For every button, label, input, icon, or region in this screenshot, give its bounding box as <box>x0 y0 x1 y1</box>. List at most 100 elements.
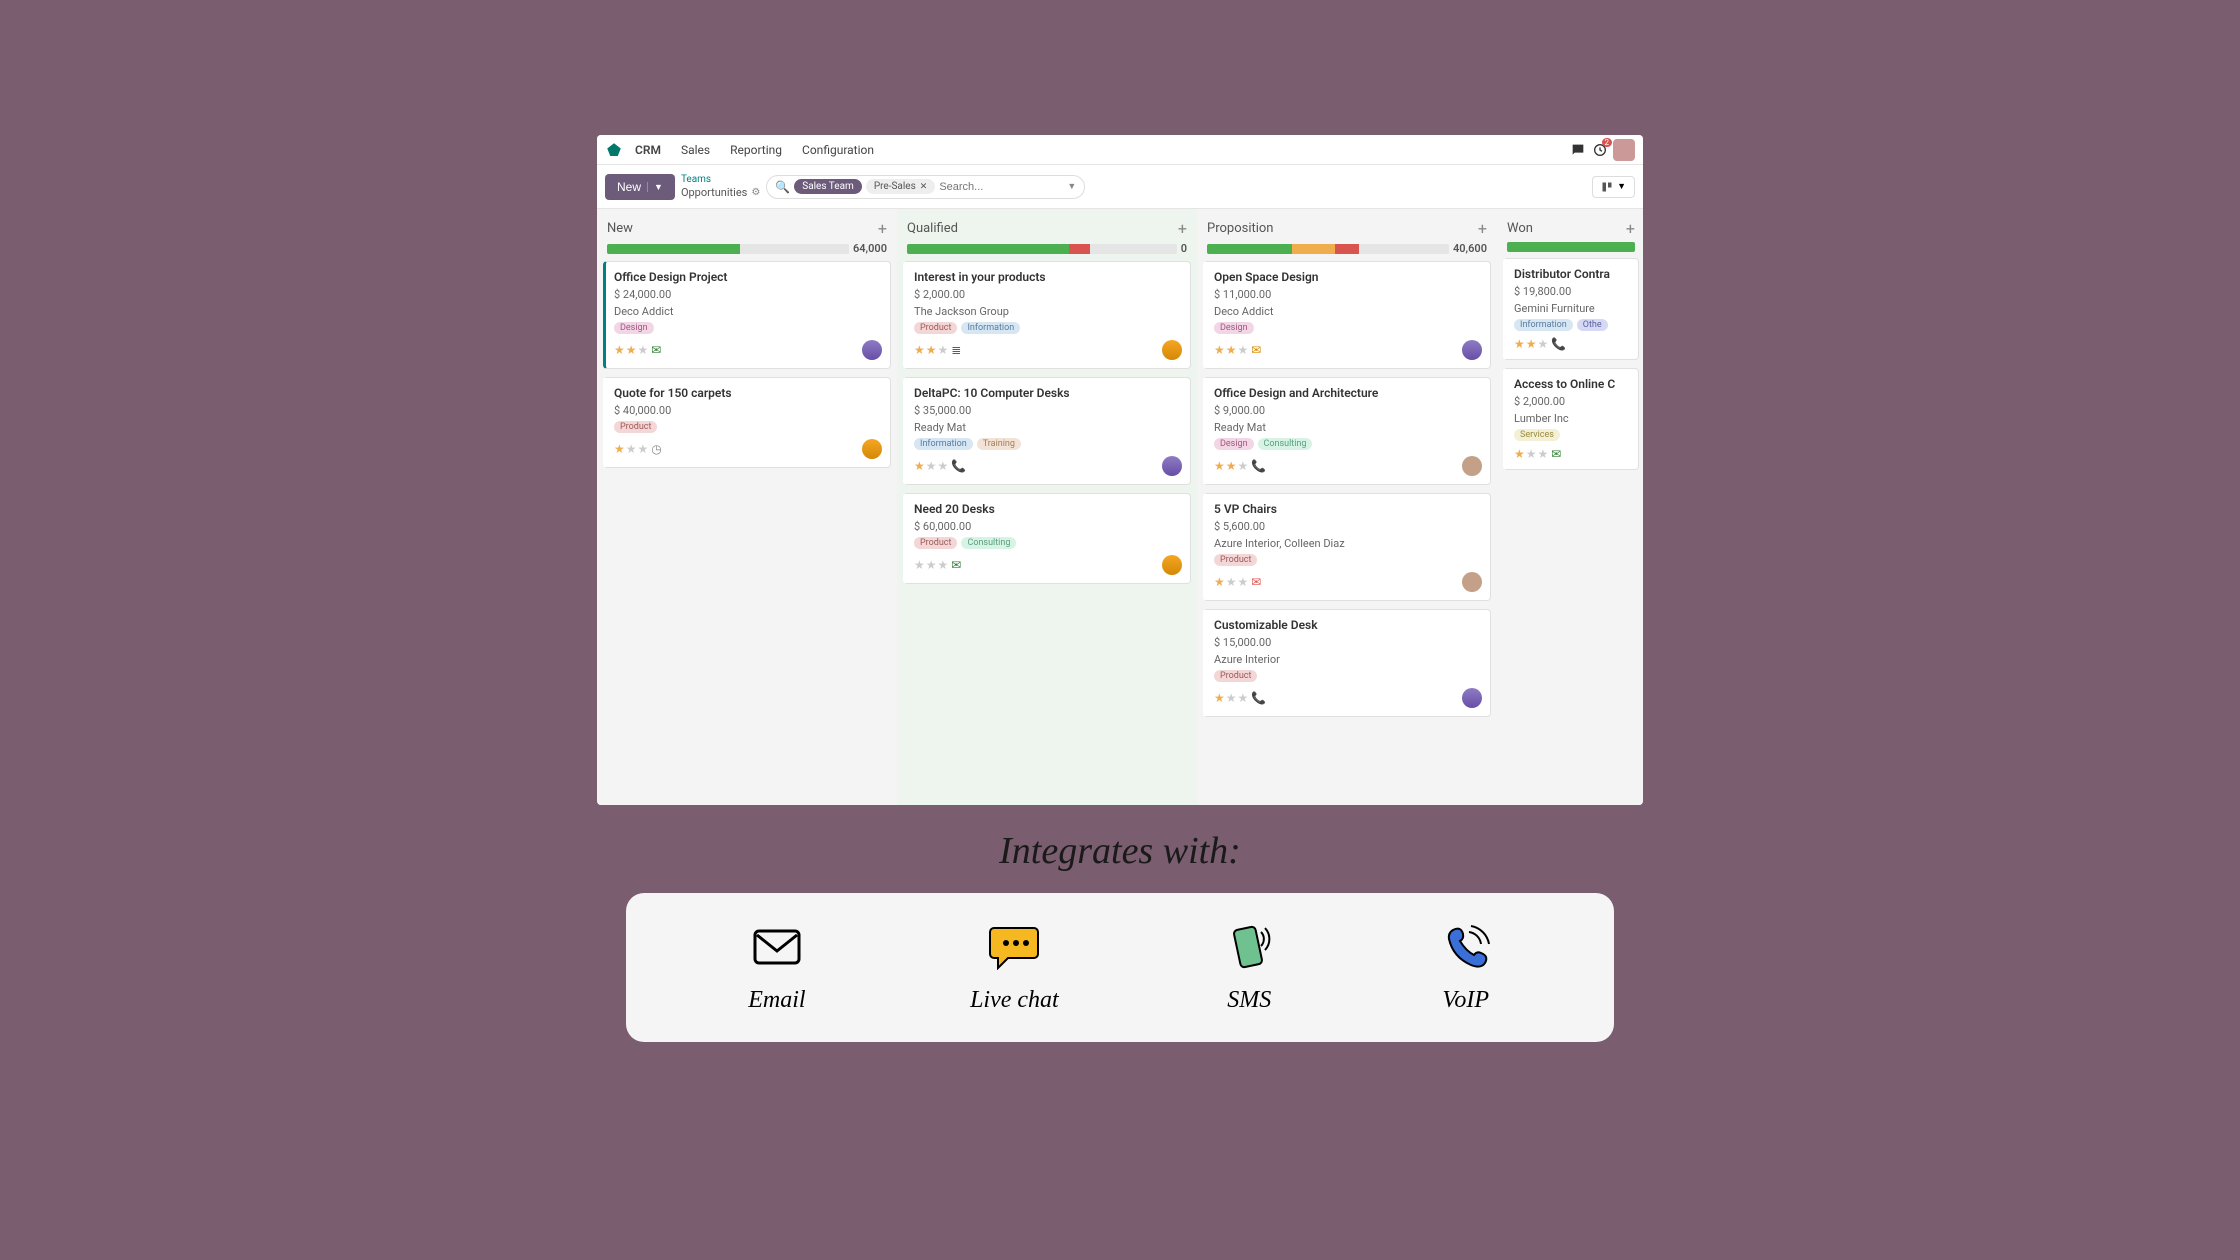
nav-sales[interactable]: Sales <box>673 143 718 157</box>
star-icon[interactable]: ★ <box>614 343 625 357</box>
star-icon[interactable]: ★ <box>1526 447 1537 461</box>
star-icon[interactable]: ★ <box>1526 337 1537 351</box>
assignee-avatar[interactable] <box>1462 688 1482 708</box>
star-icon[interactable]: ★ <box>1538 447 1549 461</box>
star-icon[interactable]: ★ <box>926 459 937 473</box>
view-switcher[interactable]: ▼ <box>1592 176 1635 198</box>
mail-icon[interactable]: ✉ <box>651 343 661 357</box>
star-icon[interactable]: ★ <box>1238 343 1249 357</box>
mail-icon[interactable]: ✉ <box>951 558 961 572</box>
tag[interactable]: Product <box>614 421 657 433</box>
star-icon[interactable]: ★ <box>1238 691 1249 705</box>
tag[interactable]: Product <box>1214 670 1257 682</box>
activity-icon[interactable]: 2 <box>1591 141 1609 159</box>
tag[interactable]: Product <box>1214 554 1257 566</box>
star-icon[interactable]: ★ <box>1226 343 1237 357</box>
opportunity-card[interactable]: Distributor Contra $ 19,800.00 Gemini Fu… <box>1503 258 1639 360</box>
star-icon[interactable]: ★ <box>1514 337 1525 351</box>
star-icon[interactable]: ★ <box>1214 343 1225 357</box>
opportunity-card[interactable]: Customizable Desk $ 15,000.00 Azure Inte… <box>1203 609 1491 717</box>
star-icon[interactable]: ★ <box>926 343 937 357</box>
star-icon[interactable]: ★ <box>1226 691 1237 705</box>
opportunity-card[interactable]: Access to Online C $ 2,000.00 Lumber Inc… <box>1503 368 1639 470</box>
phone-icon[interactable]: 📞 <box>951 459 966 473</box>
mail-icon[interactable]: ✉ <box>1551 447 1561 461</box>
star-icon[interactable]: ★ <box>1514 447 1525 461</box>
opportunity-card[interactable]: Open Space Design $ 11,000.00 Deco Addic… <box>1203 261 1491 369</box>
tag[interactable]: Product <box>914 322 957 334</box>
star-icon[interactable]: ★ <box>1214 691 1225 705</box>
star-icon[interactable]: ★ <box>626 442 637 456</box>
add-card-icon[interactable]: + <box>1478 219 1487 238</box>
nav-crm[interactable]: CRM <box>627 143 669 157</box>
tag[interactable]: Training <box>977 438 1021 450</box>
clock-icon[interactable]: ◷ <box>651 442 661 456</box>
assignee-avatar[interactable] <box>862 439 882 459</box>
assignee-avatar[interactable] <box>1462 340 1482 360</box>
star-icon[interactable]: ★ <box>638 442 649 456</box>
assignee-avatar[interactable] <box>1162 456 1182 476</box>
opportunity-card[interactable]: 5 VP Chairs $ 5,600.00 Azure Interior, C… <box>1203 493 1491 601</box>
tag[interactable]: Information <box>1514 319 1573 331</box>
tag[interactable]: Consulting <box>961 537 1016 549</box>
tag[interactable]: Information <box>914 438 973 450</box>
phone-icon[interactable]: 📞 <box>1251 459 1266 473</box>
phone-icon[interactable]: 📞 <box>1551 337 1566 351</box>
search-box[interactable]: 🔍 Sales Team Pre-Sales✕ ▼ <box>766 175 1085 199</box>
tag[interactable]: Design <box>614 322 654 334</box>
star-icon[interactable]: ★ <box>1238 459 1249 473</box>
filter-chip-presales[interactable]: Pre-Sales✕ <box>866 179 936 194</box>
new-button-caret-icon[interactable]: ▼ <box>647 182 663 192</box>
new-button[interactable]: New ▼ <box>605 174 675 200</box>
opportunity-card[interactable]: DeltaPC: 10 Computer Desks $ 35,000.00 R… <box>903 377 1191 485</box>
star-icon[interactable]: ★ <box>1226 459 1237 473</box>
assignee-avatar[interactable] <box>1162 340 1182 360</box>
star-icon[interactable]: ★ <box>914 343 925 357</box>
opportunity-card[interactable]: Interest in your products $ 2,000.00 The… <box>903 261 1191 369</box>
opportunity-card[interactable]: Quote for 150 carpets $ 40,000.00 Produc… <box>603 377 891 468</box>
add-card-icon[interactable]: + <box>1178 219 1187 238</box>
star-icon[interactable]: ★ <box>938 343 949 357</box>
star-icon[interactable]: ★ <box>638 343 649 357</box>
tag[interactable]: Design <box>1214 322 1254 334</box>
star-icon[interactable]: ★ <box>914 558 925 572</box>
filter-chip-sales-team[interactable]: Sales Team <box>794 179 862 194</box>
star-icon[interactable]: ★ <box>938 459 949 473</box>
nav-reporting[interactable]: Reporting <box>722 143 790 157</box>
star-icon[interactable]: ★ <box>914 459 925 473</box>
mail-icon[interactable]: ✉ <box>1251 575 1261 589</box>
star-icon[interactable]: ★ <box>1214 575 1225 589</box>
opportunity-card[interactable]: Need 20 Desks $ 60,000.00 ProductConsult… <box>903 493 1191 584</box>
assignee-avatar[interactable] <box>1462 572 1482 592</box>
tag[interactable]: Design <box>1214 438 1254 450</box>
chip-remove-icon[interactable]: ✕ <box>920 182 928 192</box>
assignee-avatar[interactable] <box>862 340 882 360</box>
add-card-icon[interactable]: + <box>878 219 887 238</box>
star-icon[interactable]: ★ <box>1238 575 1249 589</box>
nav-configuration[interactable]: Configuration <box>794 143 882 157</box>
opportunity-card[interactable]: Office Design and Architecture $ 9,000.0… <box>1203 377 1491 485</box>
star-icon[interactable]: ★ <box>926 558 937 572</box>
tag[interactable]: Information <box>961 322 1020 334</box>
view-caret-icon[interactable]: ▼ <box>1617 181 1626 192</box>
star-icon[interactable]: ★ <box>938 558 949 572</box>
star-icon[interactable]: ★ <box>614 442 625 456</box>
search-input[interactable] <box>939 181 1059 193</box>
tag[interactable]: Consulting <box>1258 438 1313 450</box>
star-icon[interactable]: ★ <box>626 343 637 357</box>
mail-icon[interactable]: ✉ <box>1251 343 1261 357</box>
tag[interactable]: Product <box>914 537 957 549</box>
breadcrumb-top[interactable]: Teams <box>681 173 760 186</box>
messages-icon[interactable] <box>1569 141 1587 159</box>
star-icon[interactable]: ★ <box>1226 575 1237 589</box>
phone-icon[interactable]: 📞 <box>1251 691 1266 705</box>
breadcrumb-gear-icon[interactable]: ⚙ <box>751 186 760 199</box>
star-icon[interactable]: ★ <box>1538 337 1549 351</box>
user-avatar[interactable] <box>1613 139 1635 161</box>
tag[interactable]: Services <box>1514 429 1560 441</box>
assignee-avatar[interactable] <box>1162 555 1182 575</box>
search-caret-icon[interactable]: ▼ <box>1067 181 1076 192</box>
tag[interactable]: Othe <box>1577 319 1608 331</box>
opportunity-card[interactable]: Office Design Project $ 24,000.00 Deco A… <box>603 261 891 369</box>
star-icon[interactable]: ★ <box>1214 459 1225 473</box>
